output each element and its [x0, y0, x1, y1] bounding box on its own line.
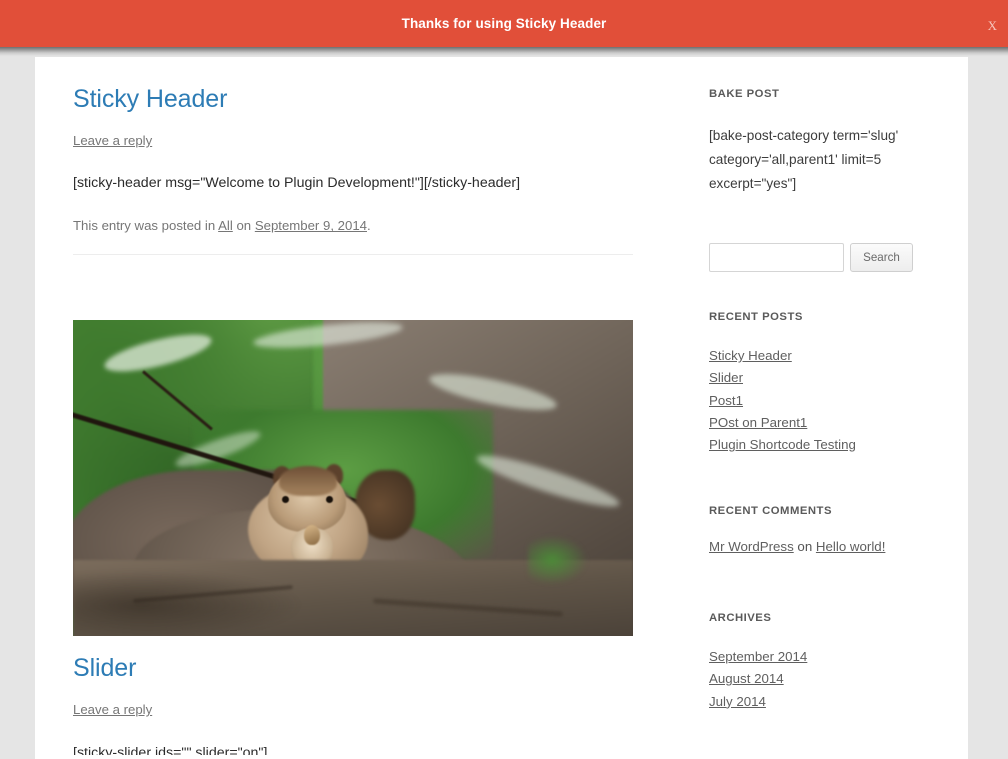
page-content-area: Sticky Header Leave a reply [sticky-head…	[35, 57, 968, 759]
widget-recent-comments: RECENT COMMENTS Mr WordPress on Hello wo…	[709, 505, 937, 554]
archive-link[interactable]: September 2014	[709, 649, 807, 664]
list-item: Post1	[709, 390, 937, 412]
search-button[interactable]: Search	[850, 243, 913, 272]
search-form: Search	[709, 243, 937, 272]
widget-title-archives: ARCHIVES	[709, 612, 772, 624]
recent-post-link[interactable]: Slider	[709, 370, 743, 385]
post-title-slider[interactable]: Slider	[73, 636, 673, 683]
meta-date-link[interactable]: September 9, 2014	[255, 218, 367, 233]
list-item: August 2014	[709, 668, 937, 690]
recent-post-link[interactable]: Sticky Header	[709, 348, 792, 363]
comments-link: Leave a reply	[73, 702, 673, 717]
trunk-shadow	[73, 570, 303, 637]
recent-post-link[interactable]: POst on Parent1	[709, 415, 807, 430]
list-item: September 2014	[709, 646, 937, 668]
widget-archives: ARCHIVES September 2014 August 2014 July…	[709, 612, 937, 713]
leave-a-reply-link[interactable]: Leave a reply	[73, 133, 152, 148]
nut	[304, 525, 320, 546]
list-item: Plugin Shortcode Testing	[709, 434, 937, 456]
meta-prefix-text: This entry was posted in	[73, 218, 216, 234]
header-shadow	[0, 47, 1008, 57]
meta-join-text: on	[236, 218, 252, 234]
post-content-slider: [sticky-slider ids="" slider="on"]	[73, 745, 268, 756]
post-divider	[73, 254, 633, 256]
recent-comment-item: Mr WordPress on Hello world!	[709, 539, 937, 554]
foliage-lower-right	[528, 535, 588, 586]
leave-a-reply-link[interactable]: Leave a reply	[73, 702, 152, 717]
post-meta: This entry was posted in All on Septembe…	[73, 218, 673, 233]
recent-post-link[interactable]: Plugin Shortcode Testing	[709, 437, 856, 452]
list-item: POst on Parent1	[709, 412, 937, 434]
main-content: Sticky Header Leave a reply [sticky-head…	[73, 57, 673, 755]
widget-recent-posts: RECENT POSTS Sticky Header Slider Post1 …	[709, 311, 937, 456]
close-icon[interactable]: X	[988, 19, 997, 32]
list-item: Slider	[709, 367, 937, 389]
meta-category-link[interactable]: All	[218, 218, 233, 233]
widget-title-recent-comments: RECENT COMMENTS	[709, 505, 832, 517]
post-content-sticky-header: [sticky-header msg="Welcome to Plugin De…	[73, 175, 521, 191]
featured-image[interactable]	[73, 320, 633, 637]
list-item: Sticky Header	[709, 345, 937, 367]
meta-suffix-text: .	[366, 218, 371, 234]
sticky-header-bar: Thanks for using Sticky Header X	[0, 0, 1008, 47]
comment-author-link[interactable]: Mr WordPress	[709, 539, 794, 554]
comments-link: Leave a reply	[73, 133, 673, 148]
squirrel-head-fur	[279, 466, 337, 497]
post-slider: Slider Leave a reply [sticky-slider ids=…	[73, 636, 673, 755]
archive-link[interactable]: July 2014	[709, 694, 766, 709]
widget-title-recent-posts: RECENT POSTS	[709, 311, 803, 323]
widget-title-bake-post: BAKE POST	[709, 88, 780, 100]
comment-join-text: on	[797, 539, 813, 554]
recent-post-link[interactable]: Post1	[709, 393, 743, 408]
list-item: July 2014	[709, 691, 937, 713]
widget-bake-post: BAKE POST [bake-post-category term='slug…	[709, 88, 937, 272]
archives-list: September 2014 August 2014 July 2014	[709, 646, 937, 713]
recent-posts-list: Sticky Header Slider Post1 POst on Paren…	[709, 345, 937, 456]
search-input[interactable]	[709, 243, 844, 272]
post-title-sticky-header[interactable]: Sticky Header	[73, 57, 673, 114]
archive-link[interactable]: August 2014	[709, 671, 784, 686]
comment-post-link[interactable]: Hello world!	[816, 539, 885, 554]
sticky-header-message: Thanks for using Sticky Header	[401, 16, 607, 31]
post-sticky-header: Sticky Header Leave a reply [sticky-head…	[73, 57, 673, 256]
bake-post-shortcode-text: [bake-post-category term='slug' category…	[709, 128, 899, 192]
